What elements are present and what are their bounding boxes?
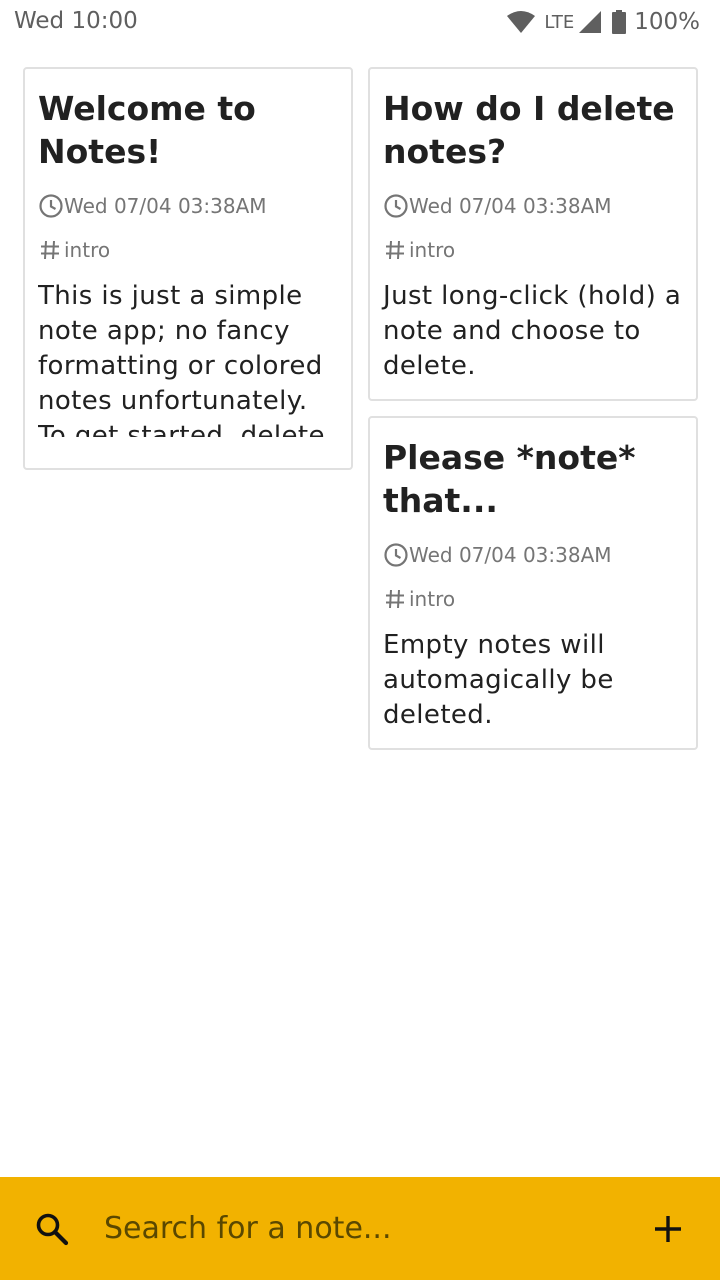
status-bar: Wed 10:00 LTE 100% <box>0 0 720 44</box>
network-type: LTE <box>544 11 575 33</box>
status-time: Wed 10:00 <box>14 8 138 34</box>
note-card[interactable]: Please *note* that... Wed 07/04 03:38AM … <box>368 416 698 750</box>
hash-icon <box>38 238 64 262</box>
battery-percent: 100% <box>634 9 700 35</box>
note-tag-text: intro <box>64 238 111 262</box>
note-date: Wed 07/04 03:38AM <box>383 193 683 219</box>
note-tag-text: intro <box>409 587 456 611</box>
note-tag: intro <box>383 237 683 263</box>
note-body: Just long-click (hold) a note and choose… <box>383 281 682 381</box>
status-indicators: LTE 100% <box>506 7 700 37</box>
clock-icon <box>383 542 409 568</box>
search-input[interactable] <box>104 1207 604 1249</box>
clock-icon <box>383 193 409 219</box>
note-date-text: Wed 07/04 03:38AM <box>64 194 267 218</box>
plus-icon[interactable] <box>646 1207 690 1251</box>
note-tag: intro <box>38 237 338 263</box>
signal-icon <box>578 10 602 34</box>
note-body: This is just a simple note app; no fancy… <box>38 281 325 437</box>
note-title: How do I delete notes? <box>383 89 675 171</box>
bottom-search-bar <box>0 1177 720 1280</box>
note-title: Please *note* that... <box>383 438 636 520</box>
wifi-icon <box>506 10 536 34</box>
note-tag: intro <box>383 586 683 612</box>
note-card[interactable]: How do I delete notes? Wed 07/04 03:38AM… <box>368 67 698 401</box>
search-icon[interactable] <box>34 1211 70 1247</box>
hash-icon <box>383 238 409 262</box>
note-date: Wed 07/04 03:38AM <box>38 193 338 219</box>
note-date-text: Wed 07/04 03:38AM <box>409 194 612 218</box>
note-date: Wed 07/04 03:38AM <box>383 542 683 568</box>
battery-icon <box>612 10 627 34</box>
hash-icon <box>383 587 409 611</box>
note-body: Empty notes will automagically be delete… <box>383 630 614 730</box>
note-card[interactable]: Welcome to Notes! Wed 07/04 03:38AM intr… <box>23 67 353 470</box>
note-tag-text: intro <box>409 238 456 262</box>
note-title: Welcome to Notes! <box>38 89 256 171</box>
clock-icon <box>38 193 64 219</box>
note-date-text: Wed 07/04 03:38AM <box>409 543 612 567</box>
